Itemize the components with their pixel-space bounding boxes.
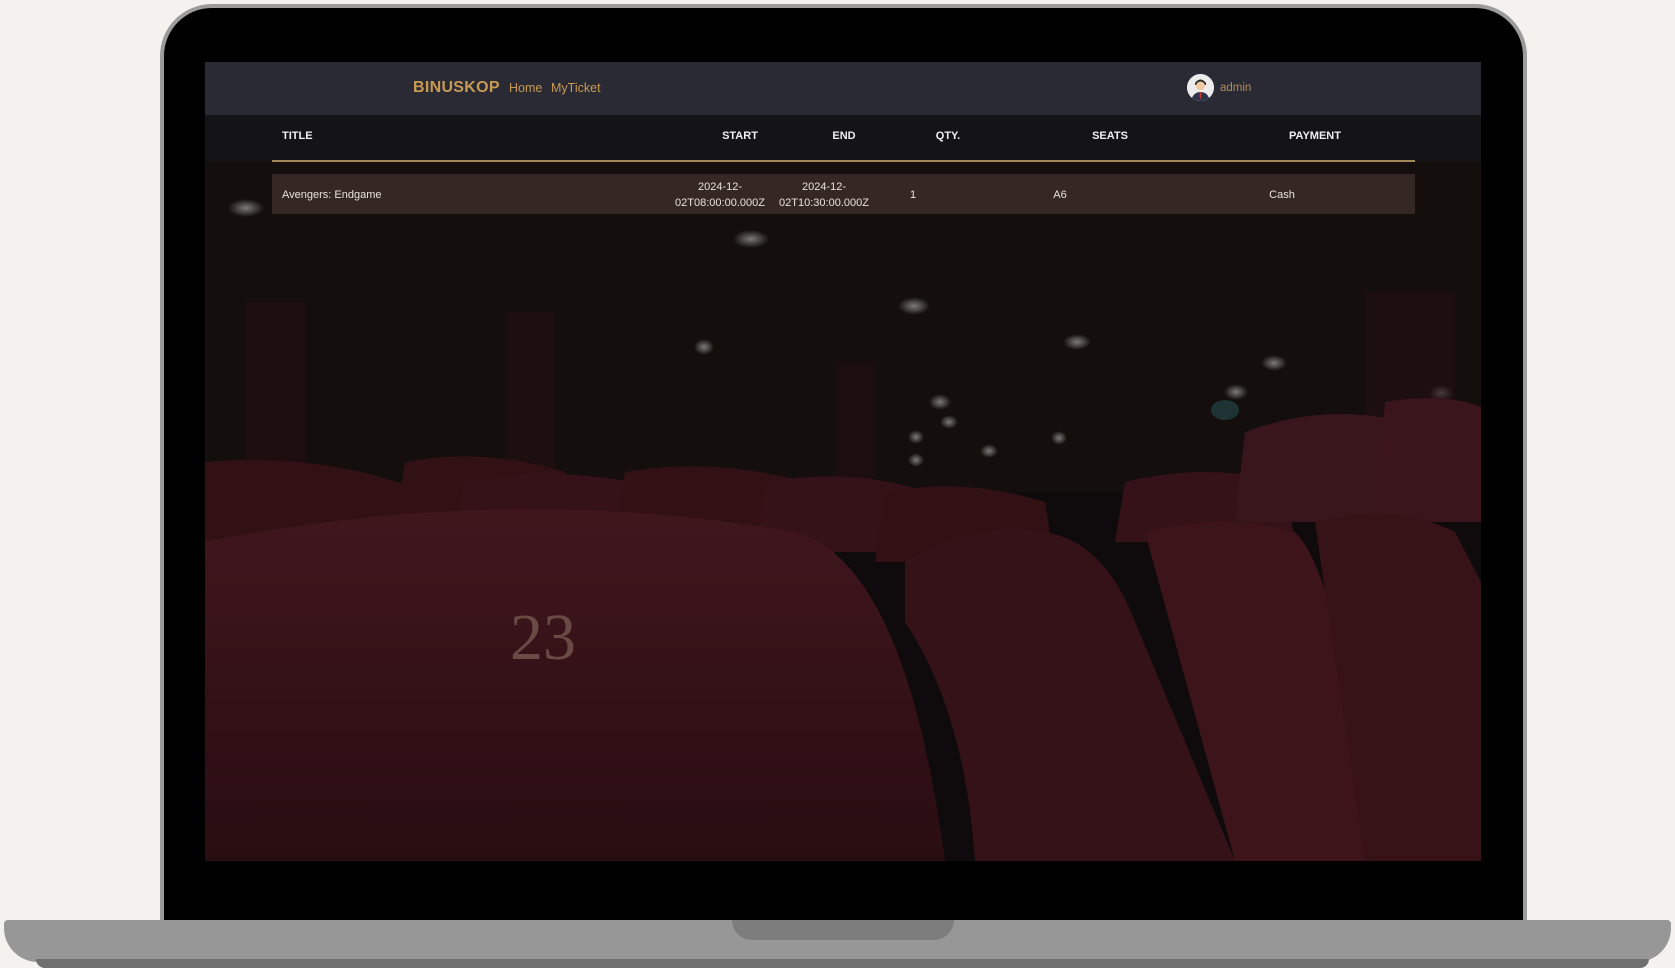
username-label: admin	[1220, 81, 1252, 94]
cell-qty: 1	[909, 189, 917, 201]
column-header-start: START	[722, 130, 758, 142]
column-header-seats: SEATS	[1092, 130, 1128, 142]
navbar: BINUSKOP Home MyTicket admin	[205, 62, 1481, 115]
cell-end: 2024-12- 02T10:30:00.000Z	[769, 179, 879, 211]
avatar	[1187, 74, 1214, 101]
laptop-base-edge	[36, 959, 1649, 968]
user-menu[interactable]: admin	[1187, 74, 1251, 101]
laptop-notch	[732, 920, 954, 940]
cell-start-line1: 2024-12-	[697, 181, 743, 193]
table-header: TITLE START END QTY. SEATS PAYMENT	[205, 115, 1481, 162]
cell-end-line1: 2024-12-	[801, 181, 847, 193]
column-header-qty: QTY.	[935, 130, 961, 142]
table-row[interactable]: Avengers: Endgame 2024-12- 02T08:00:00.0…	[272, 174, 1415, 214]
laptop-screen: 23 BINUSKOP Home MyTicket admin TITLE ST…	[205, 62, 1481, 861]
seat-number-text: 23	[510, 601, 576, 674]
column-header-end: END	[832, 130, 856, 142]
user-avatar-icon	[1187, 74, 1214, 101]
cell-seats: A6	[1053, 189, 1067, 201]
nav-link-home[interactable]: Home	[509, 81, 542, 95]
cell-title: Avengers: Endgame	[282, 189, 382, 201]
cell-end-line2: 02T10:30:00.000Z	[779, 197, 869, 209]
cell-payment: Cash	[1269, 189, 1295, 201]
cell-start-line2: 02T08:00:00.000Z	[675, 197, 765, 209]
column-header-title: TITLE	[282, 130, 313, 142]
nav-link-myticket[interactable]: MyTicket	[551, 81, 601, 95]
table-header-divider	[272, 160, 1415, 162]
brand-logo[interactable]: BINUSKOP	[413, 79, 500, 97]
cell-start: 2024-12- 02T08:00:00.000Z	[665, 179, 775, 211]
column-header-payment: PAYMENT	[1289, 130, 1341, 142]
